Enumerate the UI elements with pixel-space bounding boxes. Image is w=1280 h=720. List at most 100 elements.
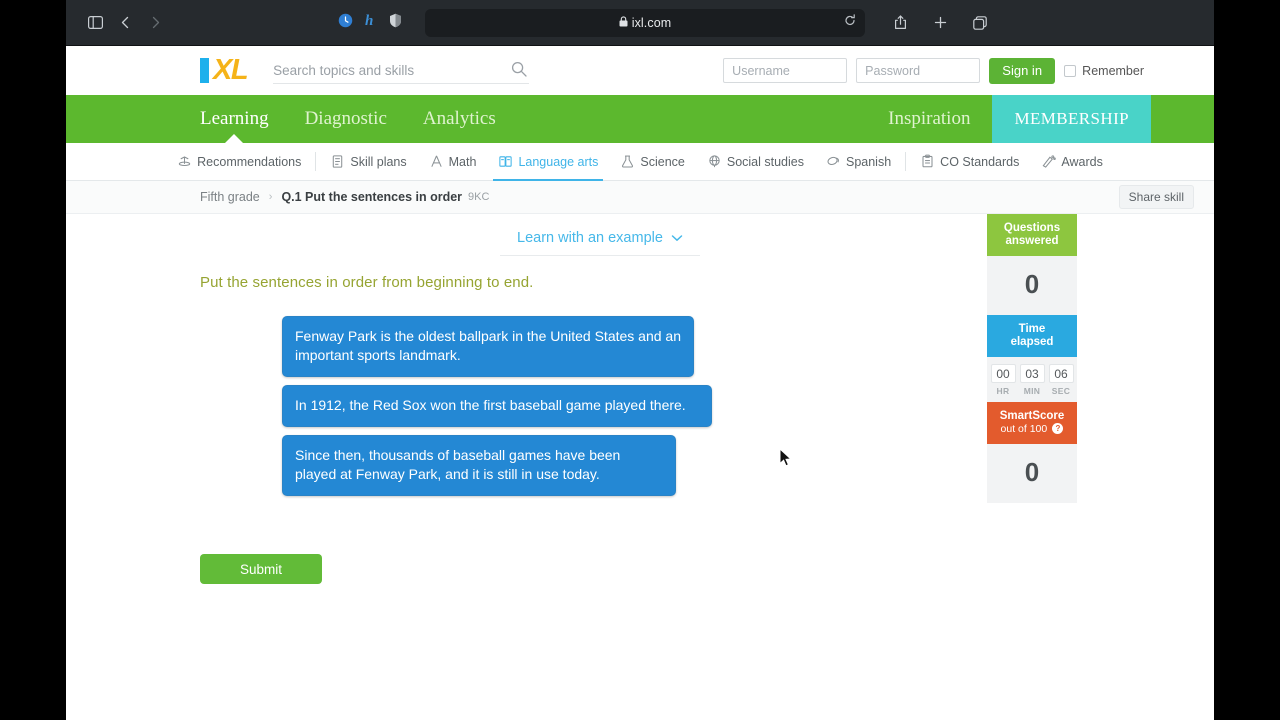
subject-social-studies[interactable]: Social studies [696, 143, 815, 180]
share-icon[interactable] [885, 10, 915, 36]
clock-seconds-label: SEC [1051, 386, 1071, 396]
smartscore-subtitle-row: out of 100 ? [991, 423, 1073, 436]
submit-button[interactable]: Submit [200, 554, 322, 584]
address-bar[interactable]: ixl.com [425, 8, 865, 37]
questions-answered-value: 0 [987, 256, 1077, 315]
search-input[interactable] [273, 57, 530, 83]
search-box[interactable] [273, 57, 530, 84]
login-area: Sign in Remember [723, 57, 1144, 84]
sentence-cards: Fenway Park is the oldest ballpark in th… [282, 316, 712, 496]
learn-with-example-link[interactable]: Learn with an example [500, 230, 700, 256]
skill-plans-icon [330, 154, 345, 169]
learn-with-example-label: Learn with an example [517, 230, 663, 246]
smartscore-value: 0 [987, 444, 1077, 503]
ixl-logo[interactable]: XL [200, 54, 249, 86]
language-arts-book-icon [498, 154, 513, 169]
browser-toolbar: h ixl.com [66, 0, 1214, 46]
extension-icons: h [338, 12, 402, 33]
breadcrumb: Fifth grade › Q.1 Put the sentences in o… [66, 181, 1214, 214]
new-tab-icon[interactable] [925, 10, 955, 36]
nav-item-membership[interactable]: MEMBERSHIP [992, 95, 1151, 143]
tab-overview-icon[interactable] [965, 10, 995, 36]
svg-text:h: h [365, 13, 373, 28]
sentence-card-1[interactable]: Fenway Park is the oldest ballpark in th… [282, 316, 694, 377]
url-text-group: ixl.com [619, 16, 672, 30]
remember-me-checkbox[interactable]: Remember [1064, 64, 1144, 78]
reload-icon[interactable] [844, 13, 856, 32]
remember-label: Remember [1082, 63, 1144, 78]
subject-co-standards[interactable]: CO Standards [909, 143, 1030, 180]
subject-label: Recommendations [197, 154, 302, 169]
subject-spanish[interactable]: Spanish [815, 143, 902, 180]
clock-hours-label: HR [996, 386, 1010, 396]
page-title: Q.1 Put the sentences in order [281, 190, 463, 204]
subject-nav: Recommendations Skill plans Math Languag [66, 143, 1214, 181]
standards-clipboard-icon [920, 154, 935, 169]
nav-divider [905, 152, 907, 171]
subject-math[interactable]: Math [418, 143, 488, 180]
subject-skill-plans[interactable]: Skill plans [319, 143, 417, 180]
clock-minutes: 03 MIN [1019, 364, 1045, 396]
username-field[interactable] [723, 58, 848, 83]
search-icon[interactable] [511, 61, 527, 82]
subject-recommendations[interactable]: Recommendations [166, 143, 312, 180]
logo-xl-text: XL [213, 54, 249, 86]
subject-label: Math [448, 154, 477, 169]
primary-nav: Learning Diagnostic Analytics Inspiratio… [66, 95, 1214, 143]
checkbox-box[interactable] [1064, 64, 1077, 77]
extension-blue-clock-icon[interactable] [338, 13, 353, 33]
skill-code: 9KC [468, 191, 490, 203]
sidebar-toggle-icon[interactable] [80, 10, 110, 36]
subject-label: CO Standards [940, 154, 1020, 169]
smartscore-subtitle: out of 100 [1000, 423, 1048, 435]
chrome-right-buttons [885, 10, 995, 36]
browser-window: h ixl.com XL Search topics and skills Us… [66, 0, 1214, 720]
extension-honey-icon[interactable]: h [364, 12, 378, 33]
forward-icon[interactable] [140, 10, 170, 36]
questions-answered-label: Questions answered [987, 214, 1077, 256]
question-prompt: Put the sentences in order from beginnin… [200, 274, 534, 291]
nav-divider [315, 152, 317, 171]
nav-item-analytics[interactable]: Analytics [423, 95, 496, 143]
breadcrumb-grade[interactable]: Fifth grade [200, 190, 260, 204]
primary-nav-right: Inspiration MEMBERSHIP [866, 95, 1214, 143]
subject-label: Science [640, 154, 685, 169]
stats-sidebar: Questions answered 0 Time elapsed 00 HR … [987, 214, 1077, 503]
social-studies-globe-icon [707, 154, 722, 169]
clock-seconds-value: 06 [1048, 364, 1074, 383]
clock-hours-value: 00 [990, 364, 1016, 383]
site-header: XL Sign in Remember [66, 46, 1214, 95]
subject-science[interactable]: Science [609, 143, 695, 180]
science-flask-icon [620, 154, 635, 169]
breadcrumb-separator-icon: › [268, 191, 273, 203]
sentence-card-3[interactable]: Since then, thousands of baseball games … [282, 435, 676, 496]
password-field[interactable] [856, 58, 981, 83]
math-compass-icon [429, 154, 444, 169]
share-skill-button[interactable]: Share skill [1118, 185, 1194, 209]
sign-in-button[interactable]: Sign in [989, 57, 1056, 84]
smartscore-title: SmartScore [999, 410, 1065, 422]
back-icon[interactable] [110, 10, 140, 36]
clock-minutes-label: MIN [1023, 386, 1041, 396]
time-elapsed-clock: 00 HR 03 MIN 06 SEC [987, 357, 1077, 402]
clock-hours: 00 HR [990, 364, 1016, 396]
sentence-card-2[interactable]: In 1912, the Red Sox won the first baseb… [282, 385, 712, 427]
nav-item-diagnostic[interactable]: Diagnostic [305, 95, 387, 143]
spanish-icon [826, 154, 841, 169]
subject-label: Language arts [518, 154, 599, 169]
time-elapsed-label: Time elapsed [987, 315, 1077, 357]
subject-awards[interactable]: Awards [1030, 143, 1113, 180]
nav-item-learning[interactable]: Learning [200, 95, 269, 143]
lock-icon [619, 15, 628, 30]
smartscore-label: SmartScore out of 100 ? [987, 402, 1077, 444]
url-host: ixl.com [631, 15, 672, 30]
subject-label: Skill plans [350, 154, 407, 169]
nav-item-inspiration[interactable]: Inspiration [866, 95, 992, 143]
recommendations-icon [177, 154, 192, 169]
main-content: Learn with an example Put the sentences … [66, 214, 1214, 720]
extension-shield-icon[interactable] [389, 13, 402, 33]
help-icon[interactable]: ? [1052, 423, 1064, 435]
subject-language-arts[interactable]: Language arts [487, 143, 609, 181]
logo-i-bar [200, 58, 209, 83]
